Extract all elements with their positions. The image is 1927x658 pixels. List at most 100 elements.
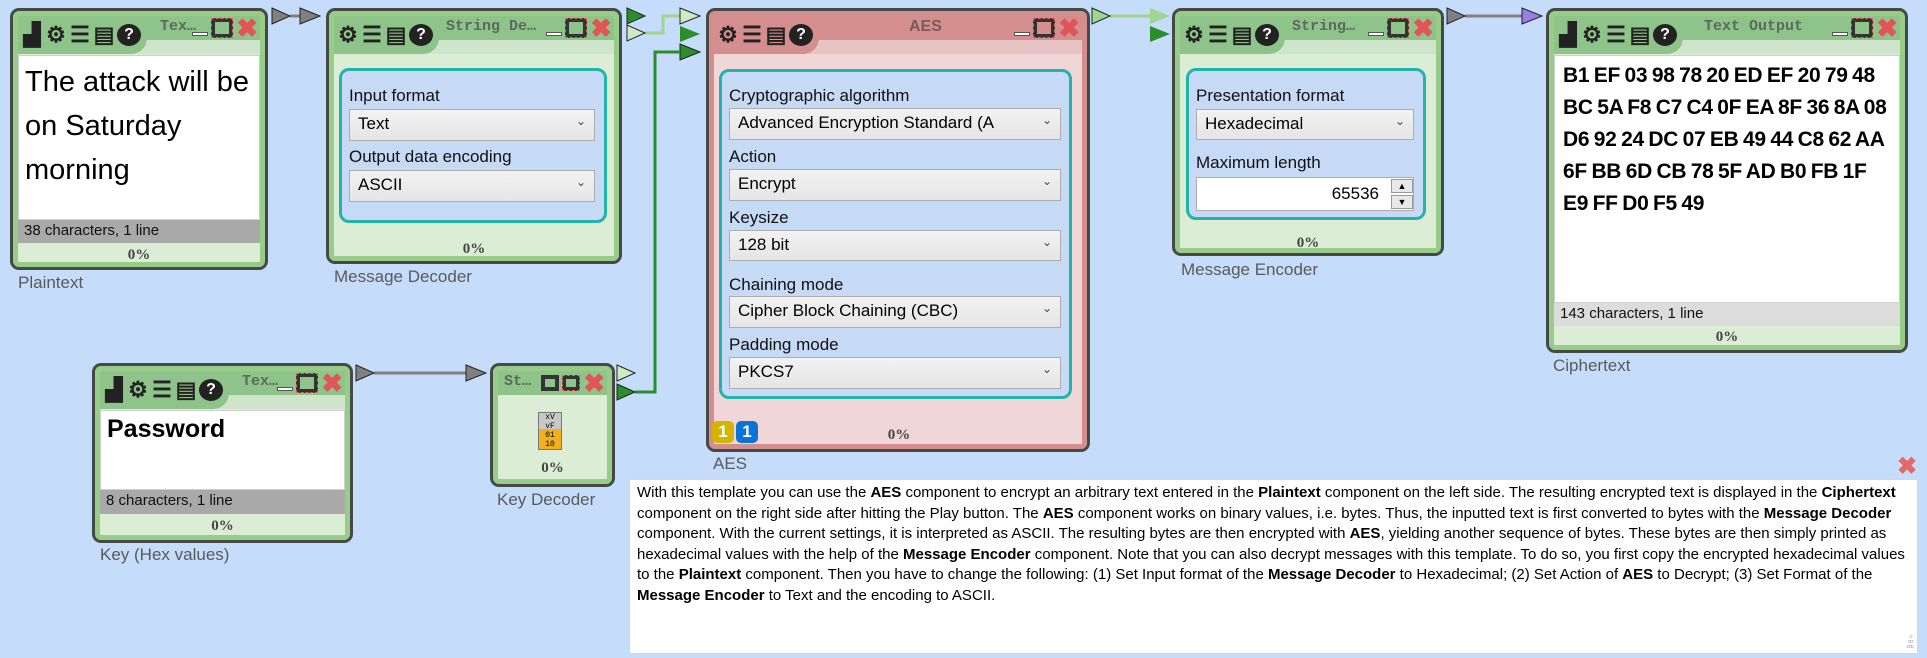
ciphertext-output[interactable]: B1 EF 03 98 78 20 ED EF 20 79 48 BC 5A F… — [1554, 55, 1900, 303]
chevron-down-icon: ⌄ — [1041, 235, 1052, 249]
select-value: Advanced Encryption Standard (A — [738, 113, 995, 132]
maximize-icon[interactable] — [562, 375, 581, 391]
help-icon[interactable]: ? — [1255, 24, 1279, 46]
message-encoder-node[interactable]: ⚙ ☰ ▤? String… ✖ Presentation format Hexad… — [1172, 8, 1444, 256]
clipboard-icon[interactable]: ▤ — [175, 378, 197, 402]
close-description-icon[interactable]: ✖ — [1897, 452, 1917, 481]
list-icon[interactable]: ☰ — [361, 23, 383, 47]
list-icon[interactable]: ☰ — [1605, 23, 1627, 47]
clipboard-icon[interactable]: ▤ — [385, 23, 407, 47]
maximize-icon[interactable] — [1387, 18, 1410, 38]
minimize-icon[interactable] — [1832, 32, 1849, 36]
chaining-select[interactable]: Cipher Block Chaining (CBC) ⌄ — [729, 296, 1061, 328]
help-icon[interactable]: ? — [199, 379, 223, 401]
minimize-icon[interactable] — [277, 387, 294, 391]
padding-select[interactable]: PKCS7 ⌄ — [729, 357, 1061, 389]
minimize-icon[interactable] — [192, 32, 209, 36]
chevron-down-icon: ⌄ — [1041, 113, 1052, 127]
plaintext-node[interactable]: ▟ ⚙ ☰ ▤? Tex… ✖ The attack will be on Satur… — [10, 8, 268, 270]
description-text-segment: component on the right side after hittin… — [637, 504, 1043, 522]
clipboard-icon[interactable]: ▤ — [1231, 23, 1253, 47]
chevron-down-icon: ⌄ — [1041, 301, 1052, 315]
description-text-segment: component. Then you have to change the f… — [741, 566, 1268, 584]
maximize-icon[interactable] — [211, 18, 234, 38]
close-icon[interactable]: ✖ — [1876, 15, 1898, 41]
key-node[interactable]: ▟ ⚙ ☰ ▤? Tex… ✖ Password 8 characters, 1 li… — [92, 363, 353, 543]
maxlen-input[interactable]: 65536 — [1196, 177, 1414, 211]
ciphertext-node[interactable]: ▟ ⚙ ☰ ▤? Text Output ✖ B1 EF 03 98 78 20 ED… — [1546, 8, 1908, 353]
maximize-icon[interactable] — [565, 18, 588, 38]
close-icon[interactable]: ✖ — [1412, 15, 1434, 41]
image-icon[interactable]: ▟ — [21, 23, 43, 47]
description-text-segment: to Hexadecimal; (2) Set Action of — [1395, 566, 1623, 584]
clipboard-icon[interactable]: ▤ — [93, 23, 115, 47]
key-input[interactable]: Password — [100, 410, 345, 490]
chevron-down-icon: ⌄ — [575, 114, 586, 128]
progress-text: 0% — [462, 241, 486, 257]
node-label: Plaintext — [18, 273, 84, 292]
node-label: Ciphertext — [1553, 356, 1631, 375]
aes-node[interactable]: ⚙ ☰ ▤? AES ✖ Cryptographic algorithm Advan… — [706, 8, 1090, 452]
image-icon[interactable]: ▟ — [103, 378, 125, 402]
description-bold-text: Message Decoder — [1763, 504, 1892, 522]
gear-icon[interactable]: ⚙ — [337, 23, 359, 47]
restore-icon[interactable] — [541, 375, 560, 391]
node-title: Tex… — [242, 373, 279, 390]
encoding-label: Output data encoding — [349, 147, 512, 166]
string-decoder-icon: xV vF 01 10 — [538, 412, 562, 450]
close-icon[interactable]: ✖ — [590, 15, 612, 41]
gear-icon[interactable]: ⚙ — [127, 378, 149, 402]
close-icon[interactable]: ✖ — [1058, 15, 1080, 41]
list-icon[interactable]: ☰ — [69, 23, 91, 47]
keysize-select[interactable]: 128 bit ⌄ — [729, 230, 1061, 261]
chevron-down-icon: ⌄ — [575, 175, 586, 189]
resize-grip-icon[interactable]: ▫ ▫▫ ▫▫▫ — [1906, 632, 1914, 651]
help-icon[interactable]: ? — [789, 24, 813, 46]
status-text: 38 characters, 1 line — [18, 220, 260, 243]
chaining-label: Chaining mode — [729, 275, 844, 294]
help-icon[interactable]: ? — [1653, 24, 1677, 46]
close-icon[interactable]: ✖ — [321, 370, 343, 396]
input-format-select[interactable]: Text ⌄ — [349, 109, 595, 141]
clipboard-icon[interactable]: ▤ — [765, 23, 787, 47]
gear-icon[interactable]: ⚙ — [1183, 23, 1205, 47]
select-value: Hexadecimal — [1205, 114, 1304, 133]
select-value: ASCII — [358, 175, 403, 194]
clipboard-icon[interactable]: ▤ — [1629, 23, 1651, 47]
maximize-icon[interactable] — [1033, 18, 1056, 38]
spin-up-icon[interactable]: ▲ — [1391, 179, 1413, 193]
minimize-icon[interactable] — [1368, 32, 1385, 36]
progress-text: 0% — [1296, 235, 1320, 251]
maximize-icon[interactable] — [1851, 18, 1874, 38]
maximize-icon[interactable] — [296, 373, 319, 393]
help-icon[interactable]: ? — [117, 24, 141, 46]
minimize-icon[interactable] — [1014, 32, 1031, 36]
select-value: 128 bit — [738, 235, 790, 254]
plaintext-input[interactable]: The attack will be on Saturday morning — [18, 55, 260, 220]
encoding-select[interactable]: ASCII ⌄ — [349, 170, 595, 202]
gear-icon[interactable]: ⚙ — [717, 23, 739, 47]
algorithm-select[interactable]: Advanced Encryption Standard (A ⌄ — [729, 108, 1061, 140]
format-select[interactable]: Hexadecimal ⌄ — [1196, 109, 1414, 140]
action-select[interactable]: Encrypt ⌄ — [729, 169, 1061, 201]
chevron-down-icon: ⌄ — [1041, 174, 1052, 188]
close-icon[interactable]: ✖ — [236, 15, 258, 41]
node-label: Key Decoder — [497, 490, 596, 509]
gear-icon[interactable]: ⚙ — [1581, 23, 1603, 47]
list-icon[interactable]: ☰ — [1207, 23, 1229, 47]
message-decoder-node[interactable]: ⚙ ☰ ▤? String De… ✖ Input format Text ⌄ Out… — [326, 8, 622, 264]
wire-keydecoder-to-aes — [616, 50, 680, 401]
key-decoder-node[interactable]: St… ✖ xV vF 01 10 0% — [490, 363, 615, 487]
image-icon[interactable]: ▟ — [1557, 23, 1579, 47]
progress-text: 0% — [541, 460, 564, 476]
description-bold-text: AES — [870, 484, 902, 501]
help-icon[interactable]: ? — [409, 24, 433, 46]
spin-down-icon[interactable]: ▼ — [1391, 195, 1413, 209]
minimize-icon[interactable] — [546, 32, 563, 36]
input-format-label: Input format — [349, 86, 440, 105]
close-icon[interactable]: ✖ — [583, 370, 605, 396]
wire-key-to-keydecoder — [355, 364, 488, 382]
list-icon[interactable]: ☰ — [151, 378, 173, 402]
gear-icon[interactable]: ⚙ — [45, 23, 67, 47]
list-icon[interactable]: ☰ — [741, 23, 763, 47]
